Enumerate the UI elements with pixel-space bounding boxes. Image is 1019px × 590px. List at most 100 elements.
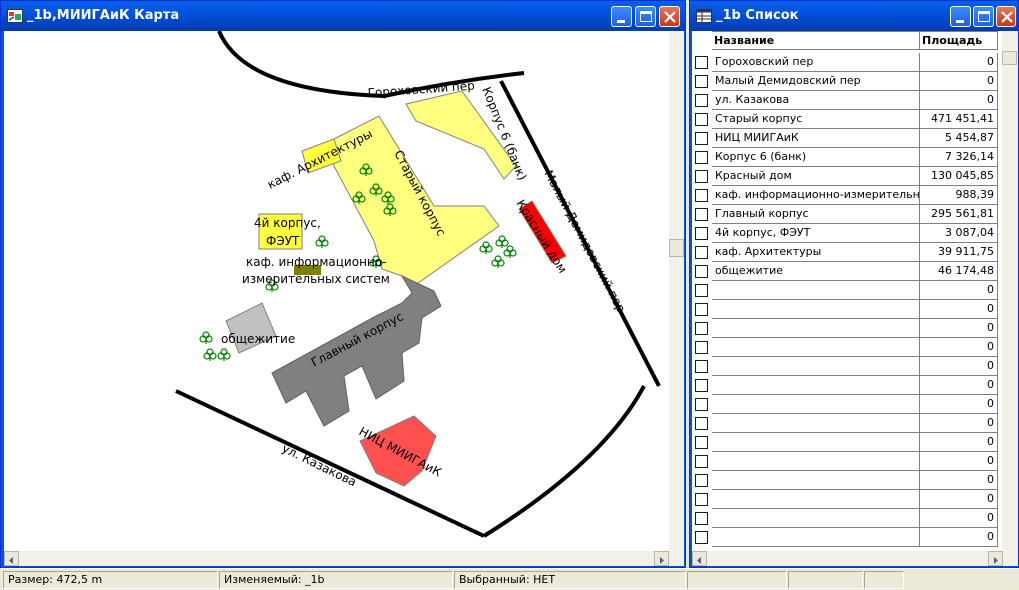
map-window[interactable]: _1b,МИИГАиК Карта Гороховский пер Корпус… bbox=[0, 0, 686, 568]
cell-area[interactable]: 295 561,81 bbox=[920, 205, 998, 224]
cell-name[interactable] bbox=[712, 357, 920, 376]
cell-name[interactable] bbox=[712, 300, 920, 319]
row-checkbox[interactable] bbox=[695, 284, 708, 297]
list-scroll-right-button[interactable] bbox=[988, 551, 1003, 566]
list-client[interactable]: Название Площадь Гороховский пер 0 Малый Д… bbox=[692, 31, 1018, 566]
cell-name[interactable]: 4й корпус, ФЭУТ bbox=[712, 224, 920, 243]
row-checkbox[interactable] bbox=[695, 132, 708, 145]
list-close-button[interactable] bbox=[996, 6, 1016, 27]
list-scroll-thumb[interactable] bbox=[1002, 51, 1017, 65]
list-scroll-left-button[interactable] bbox=[692, 551, 707, 566]
column-header-area[interactable]: Площадь bbox=[920, 31, 998, 50]
row-checkbox[interactable] bbox=[695, 322, 708, 335]
row-checkbox[interactable] bbox=[695, 398, 708, 411]
row-checkbox[interactable] bbox=[695, 75, 708, 88]
cell-name[interactable] bbox=[712, 452, 920, 471]
row-checkbox[interactable] bbox=[695, 246, 708, 259]
cell-name[interactable]: каф. Архитектуры bbox=[712, 243, 920, 262]
row-checkbox[interactable] bbox=[695, 474, 708, 487]
cell-name[interactable] bbox=[712, 281, 920, 300]
cell-area[interactable]: 3 087,04 bbox=[920, 224, 998, 243]
row-checkbox[interactable] bbox=[695, 360, 708, 373]
cell-area[interactable]: 0 bbox=[920, 72, 998, 91]
cell-name[interactable] bbox=[712, 490, 920, 509]
cell-area[interactable]: 0 bbox=[920, 53, 998, 72]
map-horizontal-scrollbar[interactable] bbox=[4, 551, 669, 566]
maximize-button[interactable] bbox=[635, 6, 656, 27]
minimize-button[interactable] bbox=[611, 6, 632, 27]
row-checkbox[interactable] bbox=[695, 94, 708, 107]
cell-area[interactable]: 0 bbox=[920, 281, 998, 300]
map-scroll-thumb[interactable] bbox=[669, 239, 684, 257]
map-canvas[interactable]: Гороховский пер Корпус 6 (банк) Старый к… bbox=[4, 30, 684, 566]
cell-name[interactable] bbox=[712, 433, 920, 452]
cell-area[interactable]: 0 bbox=[920, 338, 998, 357]
map-scroll-left-button[interactable] bbox=[4, 551, 19, 566]
column-header-name[interactable]: Название bbox=[712, 31, 920, 50]
cell-name[interactable] bbox=[712, 528, 920, 547]
row-checkbox[interactable] bbox=[695, 189, 708, 202]
row-checkbox[interactable] bbox=[695, 303, 708, 316]
map-vertical-scrollbar[interactable] bbox=[669, 31, 684, 566]
map-window-titlebar[interactable]: _1b,МИИГАиК Карта bbox=[1, 1, 685, 31]
cell-name[interactable] bbox=[712, 319, 920, 338]
cell-name[interactable] bbox=[712, 338, 920, 357]
cell-name[interactable]: Малый Демидовский пер bbox=[712, 72, 920, 91]
cell-area[interactable]: 0 bbox=[920, 433, 998, 452]
close-button[interactable] bbox=[659, 6, 680, 27]
cell-area[interactable]: 0 bbox=[920, 395, 998, 414]
cell-name[interactable]: Гороховский пер bbox=[712, 53, 920, 72]
cell-name[interactable] bbox=[712, 509, 920, 528]
cell-area[interactable]: 0 bbox=[920, 357, 998, 376]
row-checkbox[interactable] bbox=[695, 436, 708, 449]
row-checkbox[interactable] bbox=[695, 341, 708, 354]
row-checkbox[interactable] bbox=[695, 151, 708, 164]
cell-name[interactable] bbox=[712, 376, 920, 395]
list-maximize-button[interactable] bbox=[973, 6, 994, 27]
cell-name[interactable]: Красный дом bbox=[712, 167, 920, 186]
cell-area[interactable]: 0 bbox=[920, 528, 998, 547]
row-checkbox[interactable] bbox=[695, 265, 708, 278]
cell-area[interactable]: 39 911,75 bbox=[920, 243, 998, 262]
cell-name[interactable]: Главный корпус bbox=[712, 205, 920, 224]
list-window-titlebar[interactable]: _1b Список bbox=[690, 1, 1018, 31]
building-glavny[interactable] bbox=[271, 274, 442, 427]
cell-area[interactable]: 0 bbox=[920, 471, 998, 490]
list-vertical-scrollbar[interactable] bbox=[1002, 31, 1018, 551]
row-checkbox[interactable] bbox=[695, 417, 708, 430]
map-scroll-right-button[interactable] bbox=[654, 551, 669, 566]
cell-area[interactable]: 0 bbox=[920, 414, 998, 433]
cell-area[interactable]: 0 bbox=[920, 452, 998, 471]
cell-area[interactable]: 0 bbox=[920, 490, 998, 509]
cell-name[interactable]: ул. Казакова bbox=[712, 91, 920, 110]
cell-area[interactable]: 0 bbox=[920, 300, 998, 319]
cell-name[interactable]: каф. информационно-измерительные с bbox=[712, 186, 920, 205]
row-checkbox[interactable] bbox=[695, 531, 708, 544]
cell-name[interactable] bbox=[712, 414, 920, 433]
list-window[interactable]: _1b Список Название Площадь Гороховский … bbox=[689, 0, 1019, 568]
row-checkbox[interactable] bbox=[695, 512, 708, 525]
cell-area[interactable]: 130 045,85 bbox=[920, 167, 998, 186]
row-checkbox[interactable] bbox=[695, 455, 708, 468]
row-checkbox[interactable] bbox=[695, 170, 708, 183]
cell-area[interactable]: 471 451,41 bbox=[920, 110, 998, 129]
row-checkbox[interactable] bbox=[695, 227, 708, 240]
cell-name[interactable]: НИЦ МИИГАиК bbox=[712, 129, 920, 148]
list-horizontal-scrollbar[interactable] bbox=[692, 551, 1018, 566]
row-checkbox[interactable] bbox=[695, 113, 708, 126]
list-minimize-button[interactable] bbox=[950, 6, 971, 27]
row-checkbox[interactable] bbox=[695, 493, 708, 506]
row-checkbox[interactable] bbox=[695, 56, 708, 69]
cell-area[interactable]: 0 bbox=[920, 509, 998, 528]
cell-area[interactable]: 7 326,14 bbox=[920, 148, 998, 167]
cell-area[interactable]: 0 bbox=[920, 91, 998, 110]
cell-name[interactable]: общежитие bbox=[712, 262, 920, 281]
map-drawing[interactable]: Гороховский пер Корпус 6 (банк) Старый к… bbox=[4, 30, 684, 566]
cell-name[interactable] bbox=[712, 395, 920, 414]
row-checkbox[interactable] bbox=[695, 208, 708, 221]
cell-name[interactable]: Старый корпус bbox=[712, 110, 920, 129]
cell-area[interactable]: 46 174,48 bbox=[920, 262, 998, 281]
cell-area[interactable]: 988,39 bbox=[920, 186, 998, 205]
row-checkbox[interactable] bbox=[695, 379, 708, 392]
cell-area[interactable]: 0 bbox=[920, 319, 998, 338]
